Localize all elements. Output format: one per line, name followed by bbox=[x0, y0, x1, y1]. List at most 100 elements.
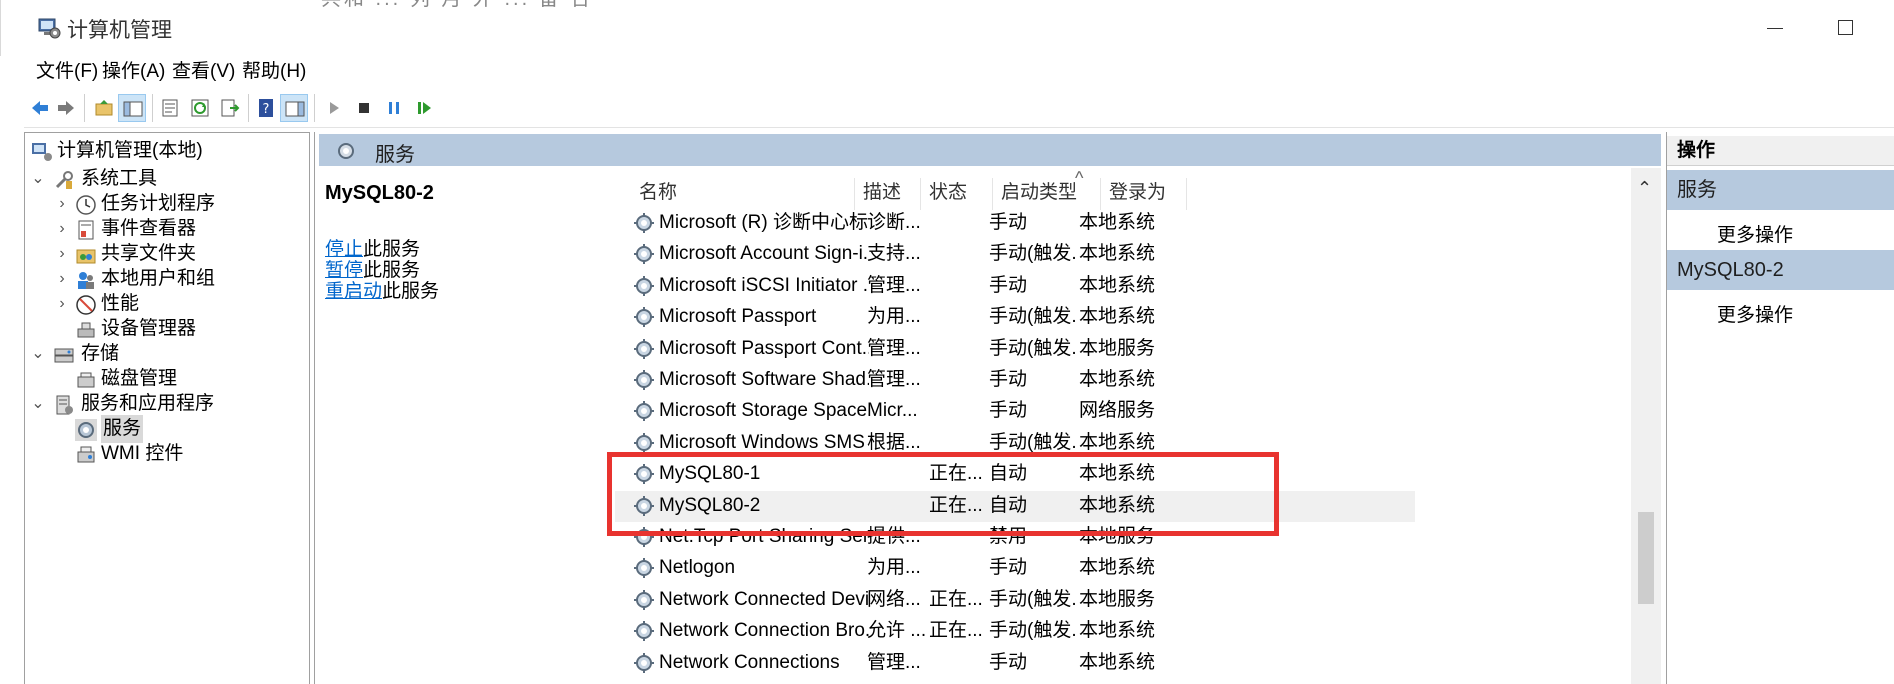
service-name-cell: Microsoft iSCSI Initiator ... bbox=[659, 274, 869, 296]
menu-help[interactable]: 帮助(H) bbox=[238, 58, 310, 86]
service-gear-icon bbox=[633, 589, 655, 611]
back-arrow-icon bbox=[32, 101, 48, 115]
service-log-on-as-cell: 本地服务 bbox=[1079, 588, 1156, 610]
service-gear-icon bbox=[633, 400, 655, 422]
column-log-on-as[interactable]: 登录为 bbox=[1101, 178, 1187, 210]
restart-service-link[interactable]: 重启动 bbox=[325, 281, 382, 302]
service-name-cell: Microsoft Passport Cont... bbox=[659, 337, 869, 359]
service-name-cell: Microsoft Software Shad... bbox=[659, 369, 869, 390]
service-log-on-as-cell: 本地系统 bbox=[1079, 369, 1156, 390]
table-row[interactable]: Microsoft Software Shad... 管理... 手动 本地系统 bbox=[615, 365, 1415, 396]
properties-button[interactable] bbox=[156, 94, 184, 122]
tree-label: 本地用户和组 bbox=[101, 268, 216, 289]
service-log-on-as-cell: 本地系统 bbox=[1079, 557, 1156, 579]
chevron-right-icon[interactable]: › bbox=[53, 215, 71, 243]
toolbar-separator bbox=[314, 94, 315, 122]
table-row[interactable]: Network Connection Bro... 允许 ... 正在... 手动(触… bbox=[615, 616, 1415, 647]
export-list-button[interactable] bbox=[216, 94, 244, 122]
chevron-right-icon[interactable]: › bbox=[53, 190, 71, 218]
restart-service-button[interactable] bbox=[410, 94, 438, 122]
properties-icon bbox=[162, 99, 178, 117]
users-icon bbox=[78, 272, 94, 289]
service-gear-icon bbox=[633, 620, 655, 642]
table-row[interactable]: Microsoft Account Sign-i...支持... 手动(触发...… bbox=[615, 239, 1415, 270]
tree-label: 任务计划程序 bbox=[101, 193, 216, 214]
scroll-up-arrow-icon[interactable]: ⌃ bbox=[1637, 178, 1652, 199]
table-row[interactable]: Netlogon 为用... 手动 本地系统 bbox=[615, 553, 1415, 584]
stop-service-button[interactable] bbox=[350, 94, 378, 122]
maximize-button[interactable] bbox=[1831, 14, 1861, 42]
tree-label: 设备管理器 bbox=[101, 318, 197, 339]
service-name-cell: Network Connection Bro... bbox=[659, 620, 869, 642]
actions-section-services[interactable]: 服务 bbox=[1667, 170, 1894, 210]
mysql-services-highlight-box bbox=[607, 452, 1279, 536]
table-row[interactable]: Network Connections 管理... 手动 本地系统 bbox=[615, 648, 1415, 679]
chevron-right-icon[interactable]: › bbox=[53, 290, 71, 318]
column-description[interactable]: 描述 bbox=[855, 178, 921, 210]
tree-label: 计算机管理(本地) bbox=[57, 140, 203, 161]
service-description-panel: MySQL80-2 停止此服务 暂停此服务 重启动此服务 bbox=[315, 168, 615, 684]
back-button[interactable] bbox=[26, 94, 54, 122]
services-pane: 服务 MySQL80-2 停止此服务 暂停此服务 重启动此服务 ^ 名称 描述 … bbox=[314, 132, 1661, 684]
pause-service-button[interactable] bbox=[380, 94, 408, 122]
background-window-text: 共和 ... 列 月 外 ... 备 合 bbox=[321, 0, 593, 11]
minimize-button[interactable] bbox=[1761, 14, 1791, 42]
console-tree: 计算机管理(本地) ⌄ 系统工具 › 任务计划程序 › 事件查看器 › 共享文件… bbox=[24, 132, 310, 684]
service-gear-icon bbox=[633, 212, 655, 234]
title-bar: 计算机管理 共和 ... 列 月 外 ... 备 合 bbox=[0, 0, 1894, 56]
actions-section-mysql80-2[interactable]: MySQL80-2 bbox=[1667, 250, 1894, 290]
chevron-down-icon[interactable]: ⌄ bbox=[29, 340, 47, 368]
forward-button[interactable] bbox=[52, 94, 80, 122]
service-description-cell: 诊断... bbox=[867, 212, 921, 233]
service-name-cell: Microsoft Passport bbox=[659, 306, 817, 328]
service-description-cell: 管理... bbox=[867, 369, 921, 390]
more-actions-services[interactable]: 更多操作 bbox=[1717, 220, 1793, 247]
service-log-on-as-cell: 本地系统 bbox=[1079, 620, 1156, 642]
menu-action[interactable]: 操作(A) bbox=[98, 58, 169, 86]
more-actions-mysql80-2[interactable]: 更多操作 bbox=[1717, 300, 1793, 327]
chevron-down-icon[interactable]: ⌄ bbox=[29, 390, 47, 418]
show-hide-tree-button[interactable] bbox=[118, 94, 146, 122]
service-gear-icon bbox=[633, 369, 655, 391]
service-log-on-as-cell: 本地服务 bbox=[1079, 337, 1156, 359]
clock-icon bbox=[76, 195, 96, 215]
service-startup-type-cell: 手动 bbox=[989, 557, 1028, 579]
menu-view[interactable]: 查看(V) bbox=[168, 58, 239, 86]
table-row[interactable]: Microsoft Passport Cont...管理... 手动(触发...本… bbox=[615, 334, 1415, 365]
service-description-cell: 管理... bbox=[867, 337, 921, 359]
scrollbar-thumb[interactable] bbox=[1638, 512, 1654, 604]
tree-label: 共享文件夹 bbox=[101, 243, 197, 264]
chevron-right-icon[interactable]: › bbox=[53, 265, 71, 293]
tools-icon bbox=[55, 171, 73, 189]
column-name[interactable]: 名称 bbox=[631, 178, 855, 210]
service-log-on-as-cell: 本地系统 bbox=[1079, 306, 1156, 328]
menu-bar: 文件(F) 操作(A) 查看(V) 帮助(H) bbox=[24, 56, 1894, 88]
tree-label: 性能 bbox=[101, 293, 140, 314]
start-service-button[interactable] bbox=[320, 94, 348, 122]
service-status-cell: 正在... bbox=[929, 588, 983, 610]
service-startup-type-cell: 手动(触发... bbox=[989, 620, 1075, 642]
table-row[interactable]: Microsoft (R) 诊断中心标... 诊断... 手动 本地系统 bbox=[615, 208, 1415, 239]
service-log-on-as-cell: 网络服务 bbox=[1079, 400, 1156, 422]
wmi-icon bbox=[77, 446, 95, 463]
show-action-pane-button[interactable] bbox=[280, 94, 308, 122]
table-row[interactable]: Microsoft iSCSI Initiator ... 管理... 手动 本地系统 bbox=[615, 271, 1415, 302]
service-gear-icon bbox=[633, 306, 655, 328]
help-button[interactable]: ? bbox=[252, 94, 280, 122]
column-headers: ^ 名称 描述 状态 启动类型 登录为 bbox=[615, 168, 1661, 210]
refresh-button[interactable] bbox=[186, 94, 214, 122]
computer-management-icon bbox=[32, 143, 52, 161]
service-startup-type-cell: 手动 bbox=[989, 369, 1028, 390]
services-apps-icon bbox=[56, 395, 73, 415]
table-row[interactable]: Microsoft Storage Space... Micr... 手动 网络服务 bbox=[615, 396, 1415, 427]
table-row[interactable]: Microsoft Passport 为用... 手动(触发...本地系统 bbox=[615, 302, 1415, 333]
chevron-down-icon[interactable]: ⌄ bbox=[29, 165, 47, 193]
table-row[interactable]: Network Connected Devi... 网络... 正在... 手动(触发… bbox=[615, 585, 1415, 616]
column-status[interactable]: 状态 bbox=[921, 178, 993, 210]
vertical-scrollbar[interactable]: ⌃ bbox=[1631, 168, 1661, 684]
up-level-button[interactable] bbox=[90, 94, 118, 122]
service-startup-type-cell: 手动(触发... bbox=[989, 337, 1075, 359]
column-startup-type[interactable]: 启动类型 bbox=[993, 178, 1101, 210]
chevron-right-icon[interactable]: › bbox=[53, 240, 71, 268]
menu-file[interactable]: 文件(F) bbox=[32, 58, 102, 86]
